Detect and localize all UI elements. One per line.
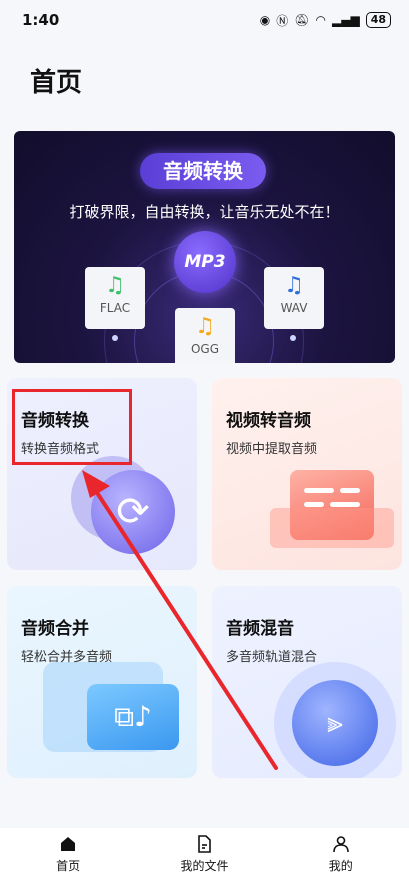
card-subtitle: 多音频轨道混合: [226, 650, 318, 665]
bottom-nav: 首页 我的文件 我的: [0, 828, 409, 880]
nav-label: 首页: [56, 859, 81, 873]
nav-label: 我的: [328, 859, 353, 873]
file-icon: [198, 835, 212, 853]
format-label: WAV: [280, 301, 308, 315]
banner-dot: [290, 335, 296, 341]
banner-dot: [112, 335, 118, 341]
page-title: 首页: [30, 68, 83, 98]
format-card-wav: ♫ WAV: [264, 267, 324, 329]
banner-badge: 音频转换: [140, 153, 266, 189]
convert-icon: ⟳: [91, 470, 175, 554]
nav-home[interactable]: 首页: [8, 828, 128, 880]
battery-icon: 48: [365, 12, 391, 28]
format-card-flac: ♫ FLAC: [85, 267, 145, 329]
status-time: 1:40: [22, 11, 60, 29]
mute-icon: 🔕︎: [294, 13, 310, 27]
music-note-icon: ♫: [284, 273, 304, 298]
wifi-icon: ◠: [315, 13, 326, 27]
nav-label: 我的文件: [180, 859, 229, 873]
video-to-audio-card[interactable]: 视频转音频 视频中提取音频: [212, 378, 402, 570]
eye-icon: ◉: [259, 13, 271, 27]
promo-banner[interactable]: 音频转换 打破界限，自由转换，让音乐无处不在！ MP3 ♫ FLAC ♫ WAV…: [14, 131, 395, 363]
card-title: 音频合并: [21, 619, 89, 639]
audio-mix-card[interactable]: 音频混音 多音频轨道混合 ⫸: [212, 586, 402, 778]
nfc-icon: Ⓝ: [276, 13, 289, 28]
annotation-highlight-box: [12, 389, 132, 465]
nav-my-files[interactable]: 我的文件: [144, 828, 264, 880]
music-note-icon: ♫: [105, 273, 125, 298]
status-icons: ◉ Ⓝ 🔕︎ ◠ ▂▄▆ 48: [260, 12, 391, 29]
mp3-badge: MP3: [174, 231, 236, 293]
video-icon-line: [304, 502, 324, 507]
signal-icon: ▂▄▆: [332, 13, 360, 27]
format-label: FLAC: [99, 301, 131, 315]
merge-icon: ⧉♪: [87, 684, 179, 750]
card-title: 视频转音频: [226, 411, 311, 431]
mix-icon: ⫸: [292, 680, 378, 766]
card-subtitle: 视频中提取音频: [226, 442, 318, 457]
format-label: OGG: [190, 342, 220, 356]
audio-merge-card[interactable]: 音频合并 轻松合并多音频 ⧉♪: [7, 586, 197, 778]
nav-me[interactable]: 我的: [281, 828, 401, 880]
banner-subtitle: 打破界限，自由转换，让音乐无处不在！: [69, 203, 340, 221]
home-icon: [61, 837, 76, 851]
card-title: 音频混音: [226, 619, 294, 639]
video-icon-base: [270, 508, 394, 548]
user-icon: [333, 836, 349, 853]
video-icon-line: [340, 488, 360, 493]
status-bar: 1:40 ◉ Ⓝ 🔕︎ ◠ ▂▄▆ 48: [0, 0, 409, 40]
video-icon-line: [304, 488, 334, 493]
video-icon-line: [330, 502, 360, 507]
music-note-icon: ♫: [195, 314, 215, 339]
format-card-ogg: ♫ OGG: [175, 308, 235, 363]
